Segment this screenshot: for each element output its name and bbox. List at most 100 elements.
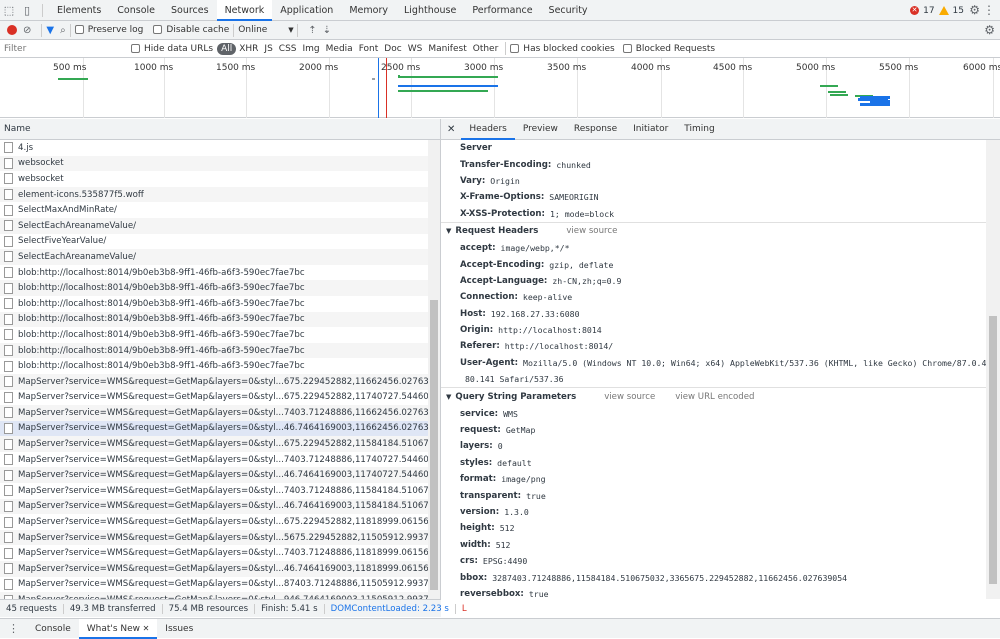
request-row[interactable]: 4.js (0, 140, 440, 156)
disable-cache-checkbox[interactable]: Disable cache (153, 25, 229, 35)
request-row[interactable]: MapServer?service=WMS&request=GetMap&lay… (0, 592, 440, 599)
checkbox-box (622, 43, 632, 53)
request-row[interactable]: MapServer?service=WMS&request=GetMap&lay… (0, 577, 440, 593)
device-toolbar-icon[interactable]: ▯ (18, 2, 36, 18)
request-row[interactable]: blob:http://localhost:8014/9b0eb3b8-9ff1… (0, 327, 440, 343)
settings-gear-icon[interactable]: ⚙ (969, 3, 980, 17)
request-row[interactable]: MapServer?service=WMS&request=GetMap&lay… (0, 545, 440, 561)
request-row[interactable]: MapServer?service=WMS&request=GetMap&lay… (0, 390, 440, 406)
request-row[interactable]: MapServer?service=WMS&request=GetMap&lay… (0, 514, 440, 530)
filter-type-other[interactable]: Other (470, 44, 502, 54)
detail-tab-initiator[interactable]: Initiator (625, 119, 676, 140)
detail-tab-response[interactable]: Response (566, 119, 625, 140)
export-har-icon[interactable]: ⇣ (323, 25, 331, 36)
header-name: Referer: (460, 341, 500, 352)
close-icon[interactable]: ✕ (441, 124, 461, 135)
tab-console[interactable]: Console (109, 0, 163, 21)
view-source-link[interactable]: view source (566, 226, 617, 236)
header-value: 3287403.71248886,11584184.510675032,3365… (492, 572, 848, 583)
drawer-tab-issues[interactable]: Issues (157, 619, 201, 639)
request-row[interactable]: MapServer?service=WMS&request=GetMap&lay… (0, 467, 440, 484)
has-blocked-cookies-checkbox[interactable]: Has blocked cookies (510, 43, 615, 54)
record-icon[interactable] (7, 25, 17, 35)
filter-icon[interactable]: ▼ (46, 25, 54, 36)
request-list-scrollbar[interactable] (428, 140, 440, 599)
query-string-parameters-section[interactable]: ▼ Query String Parameters view source view … (441, 387, 986, 405)
request-row[interactable]: MapServer?service=WMS&request=GetMap&lay… (0, 420, 440, 437)
tab-security[interactable]: Security (541, 0, 596, 21)
view-url-encoded-link[interactable]: view URL encoded (675, 392, 754, 402)
request-row[interactable]: blob:http://localhost:8014/9b0eb3b8-9ff1… (0, 358, 440, 374)
detail-tab-preview[interactable]: Preview (515, 119, 566, 140)
header-name: User-Agent: (460, 357, 519, 368)
issue-counts[interactable]: ✕ 17 15 (910, 0, 964, 21)
filter-input[interactable] (0, 41, 125, 56)
filter-type-doc[interactable]: Doc (381, 44, 404, 54)
filter-type-all[interactable]: All (217, 42, 237, 55)
blocked-requests-checkbox[interactable]: Blocked Requests (622, 43, 715, 54)
request-row[interactable]: element-icons.535877f5.woff (0, 186, 440, 203)
header-row: Connection: keep-alive (441, 289, 986, 305)
network-settings-gear-icon[interactable]: ⚙ (984, 23, 995, 37)
view-source-link[interactable]: view source (604, 392, 655, 402)
filter-type-font[interactable]: Font (356, 44, 382, 54)
request-headers-section[interactable]: ▼ Request Headers view source (441, 221, 986, 240)
request-row[interactable]: MapServer?service=WMS&request=GetMap&lay… (0, 405, 440, 421)
header-value: keep-alive (522, 292, 573, 303)
filter-type-xhr[interactable]: XHR (236, 44, 261, 54)
filter-type-img[interactable]: Img (300, 44, 323, 54)
import-har-icon[interactable]: ⇡ (308, 25, 316, 36)
tab-sources[interactable]: Sources (163, 0, 217, 21)
request-row[interactable]: MapServer?service=WMS&request=GetMap&lay… (0, 436, 440, 452)
tab-memory[interactable]: Memory (341, 0, 396, 21)
throttling-select[interactable]: Online ▼ (238, 25, 293, 35)
scrollbar-thumb[interactable] (989, 316, 997, 584)
filter-type-media[interactable]: Media (323, 44, 356, 54)
request-row[interactable]: blob:http://localhost:8014/9b0eb3b8-9ff1… (0, 296, 440, 312)
request-row[interactable]: MapServer?service=WMS&request=GetMap&lay… (0, 452, 440, 468)
request-row[interactable]: blob:http://localhost:8014/9b0eb3b8-9ff1… (0, 311, 440, 328)
request-row[interactable]: SelectFiveYearValue/ (0, 234, 440, 250)
preserve-log-checkbox[interactable]: Preserve log (74, 25, 143, 35)
request-row[interactable]: MapServer?service=WMS&request=GetMap&lay… (0, 561, 440, 577)
drawer-tab-what-s-new[interactable]: What's New ✕ (78, 618, 158, 639)
request-row[interactable]: MapServer?service=WMS&request=GetMap&lay… (0, 483, 440, 499)
close-icon[interactable]: ✕ (140, 624, 150, 633)
clear-icon[interactable]: ⊘ (23, 25, 31, 36)
detail-tab-headers[interactable]: Headers (461, 119, 515, 140)
detail-tab-timing[interactable]: Timing (676, 119, 722, 140)
request-row[interactable]: websocket (0, 155, 440, 172)
request-row[interactable]: MapServer?service=WMS&request=GetMap&lay… (0, 498, 440, 515)
request-row[interactable]: SelectEachAreanameValue/ (0, 217, 440, 234)
scrollbar-thumb[interactable] (430, 300, 438, 590)
drawer-menu-icon[interactable]: ⋮ (0, 622, 27, 635)
resources-size: 75.4 MB resources (163, 603, 256, 614)
request-row[interactable]: MapServer?service=WMS&request=GetMap&lay… (0, 373, 440, 390)
network-overview-timeline[interactable]: 500 ms 1000 ms 1500 ms 2000 ms 2500 ms 3000 m… (0, 58, 1000, 118)
request-row[interactable]: MapServer?service=WMS&request=GetMap&lay… (0, 529, 440, 546)
header-value: EPSG:4490 (482, 556, 528, 567)
request-row[interactable]: blob:http://localhost:8014/9b0eb3b8-9ff1… (0, 280, 440, 296)
search-icon[interactable]: ⌕ (60, 25, 66, 36)
detail-scrollbar[interactable] (986, 140, 1000, 599)
request-row[interactable]: SelectMaxAndMinRate/ (0, 202, 440, 218)
inspect-element-icon[interactable]: ⬚ (0, 2, 18, 18)
name-column-header[interactable]: Name (0, 119, 440, 140)
has-blocked-cookies-label: Has blocked cookies (523, 43, 615, 54)
request-row[interactable]: blob:http://localhost:8014/9b0eb3b8-9ff1… (0, 342, 440, 359)
tab-lighthouse[interactable]: Lighthouse (396, 0, 464, 21)
filter-type-manifest[interactable]: Manifest (425, 44, 469, 54)
tab-application[interactable]: Application (272, 0, 341, 21)
filter-type-css[interactable]: CSS (276, 44, 300, 54)
drawer-tab-console[interactable]: Console (27, 619, 79, 639)
tab-elements[interactable]: Elements (49, 0, 109, 21)
filter-type-js[interactable]: JS (261, 44, 275, 54)
tab-performance[interactable]: Performance (464, 0, 540, 21)
hide-data-urls-checkbox[interactable]: Hide data URLs (131, 43, 213, 54)
filter-type-ws[interactable]: WS (405, 44, 426, 54)
request-row[interactable]: websocket (0, 171, 440, 187)
tab-network[interactable]: Network (216, 0, 273, 21)
request-row[interactable]: SelectEachAreanameValue/ (0, 249, 440, 265)
more-options-icon[interactable]: ⋮ (983, 3, 995, 17)
request-row[interactable]: blob:http://localhost:8014/9b0eb3b8-9ff1… (0, 265, 440, 281)
